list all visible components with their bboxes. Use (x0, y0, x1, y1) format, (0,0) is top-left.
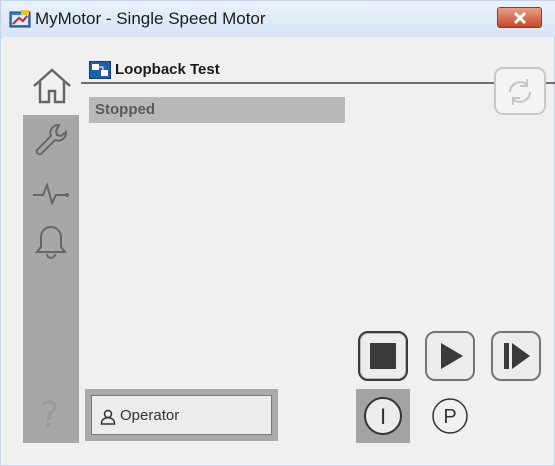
internal-mode-button[interactable]: I (356, 389, 410, 443)
app-icon (9, 10, 31, 28)
trend-icon (33, 181, 69, 206)
help-icon: ? (40, 395, 60, 436)
faceplate-window: MyMotor - Single Speed Motor ? Loopback … (0, 0, 555, 466)
close-icon (513, 11, 527, 25)
operator-panel: Operator (85, 389, 278, 441)
nav-alarms[interactable] (23, 217, 79, 265)
status-text: Stopped (95, 101, 155, 118)
stop-button[interactable] (358, 331, 408, 381)
home-icon (33, 68, 71, 104)
nav-trends[interactable] (23, 167, 79, 215)
internal-mode-icon: I (364, 397, 402, 435)
nav-maintenance[interactable] (23, 115, 79, 163)
help-button[interactable]: ? (23, 393, 79, 443)
refresh-button[interactable] (494, 67, 546, 115)
page-title: Loopback Test (115, 61, 220, 78)
status-indicator: Stopped (89, 97, 345, 123)
operator-label: Operator (120, 407, 180, 424)
svg-text:P: P (443, 406, 456, 428)
jog-button[interactable] (491, 331, 541, 381)
header-divider (81, 82, 555, 84)
window-title: MyMotor - Single Speed Motor (35, 9, 266, 28)
refresh-icon (509, 79, 531, 105)
nav-home[interactable] (23, 57, 81, 115)
stop-icon (370, 343, 396, 369)
start-button[interactable] (425, 331, 475, 381)
start-icon (441, 343, 463, 369)
program-mode-icon: P (432, 398, 468, 434)
wrench-icon (35, 124, 67, 156)
jog-icon (504, 343, 530, 369)
program-mode-button[interactable]: P (428, 394, 472, 438)
svg-text:I: I (380, 404, 386, 429)
loopback-test-icon (89, 61, 111, 79)
close-button[interactable] (497, 7, 542, 28)
operator-button[interactable]: Operator (91, 395, 272, 435)
bell-icon (34, 225, 68, 259)
title-bar: MyMotor - Single Speed Motor (1, 1, 555, 38)
user-icon (100, 409, 116, 425)
